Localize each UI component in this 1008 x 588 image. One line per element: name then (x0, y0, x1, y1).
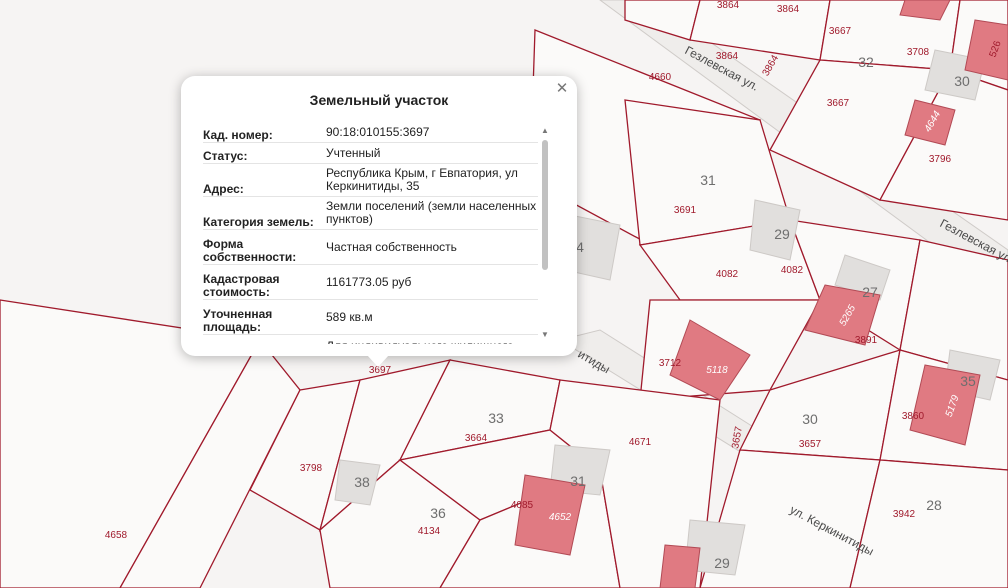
parcel-number: 33 (488, 410, 504, 426)
cadastral-number: 4134 (418, 526, 441, 537)
info-row: Кадастровая стоимость: 1161773.05 руб (203, 265, 538, 300)
parcel-number: 38 (354, 474, 370, 490)
parcel-number: 31 (700, 172, 716, 188)
parcel-number: 27 (862, 284, 878, 300)
cadastral-number: 4082 (781, 265, 804, 276)
cadastral-number: 3864 (717, 0, 740, 11)
info-row: Форма собственности: Частная собственност… (203, 230, 538, 265)
parcel-number: 35 (960, 373, 976, 389)
info-value: Частная собственность (326, 239, 457, 254)
cadastral-number: 4671 (629, 437, 652, 448)
cadastral-number: 3667 (827, 98, 850, 109)
info-key: Адрес: (203, 182, 244, 196)
info-value: 90:18:010155:3697 (326, 124, 430, 139)
parcel-info-popup: Земельный участок ✕ Кад. номер: 90:18:010… (181, 76, 577, 367)
info-row: Категория земель: Земли поселений (земли … (203, 197, 538, 230)
scroll-thumb[interactable] (542, 140, 548, 270)
cadastral-number: 3691 (674, 205, 697, 216)
cadastral-number: 4085 (511, 500, 534, 511)
info-key: Уточненная площадь: (203, 307, 273, 334)
info-value: Земли поселений (земли населенных пункто… (326, 199, 537, 226)
parcel-number: 36 (430, 505, 446, 521)
cadastral-number: 3864 (777, 4, 800, 15)
info-key: Форма собственности: (203, 237, 297, 264)
info-key: Кадастровая стоимость: (203, 272, 280, 299)
info-row: РазрешенноеДля индивидуального жилищного (203, 335, 538, 344)
parcel-number: 32 (858, 54, 874, 70)
cadastral-number: 4658 (105, 530, 128, 541)
info-value: Учтенный (326, 145, 381, 160)
popup-scrollbar[interactable]: ▲ ▼ (540, 126, 550, 340)
popup-title: Земельный участок (309, 92, 449, 108)
popup-pointer (367, 355, 389, 367)
popup-table[interactable]: Кад. номер: 90:18:010155:3697 Статус: Учтен… (203, 122, 538, 344)
close-icon[interactable]: ✕ (553, 80, 571, 98)
scroll-down-icon[interactable]: ▼ (540, 330, 550, 340)
parcel-number: 29 (774, 226, 790, 242)
parcel-number: 4 (576, 239, 584, 255)
info-value: 1161773.05 руб (326, 274, 412, 289)
cadastral-number: 3796 (929, 154, 952, 165)
info-row: Кад. номер: 90:18:010155:3697 (203, 122, 538, 143)
cadastral-number: 3942 (893, 509, 916, 520)
info-row: Статус: Учтенный (203, 143, 538, 164)
parcel-number: 31 (570, 473, 586, 489)
building (659, 544, 701, 588)
info-row: Уточненная площадь: 589 кв.м (203, 300, 538, 335)
info-row: Адрес: Республика Крым, г Евпатория, ул К… (203, 164, 538, 197)
parcel-number: 30 (954, 73, 970, 89)
cadastral-number: 4660 (649, 72, 672, 83)
cadastral-number: 3657 (799, 439, 822, 450)
cadastral-number: 3708 (907, 47, 930, 58)
cadastral-number: 4082 (716, 269, 739, 280)
info-value: 589 кв.м (326, 309, 373, 324)
cadastral-number: 3664 (465, 433, 488, 444)
cadastral-number: 3860 (902, 411, 925, 422)
building-number: 5118 (706, 365, 728, 376)
info-key: Категория земель: (203, 215, 314, 229)
building-number: 4652 (549, 512, 572, 523)
parcel-number: 28 (926, 497, 942, 513)
cadastral-number: 3667 (829, 26, 852, 37)
info-key: Кад. номер: (203, 128, 273, 142)
scroll-up-icon[interactable]: ▲ (540, 126, 550, 136)
cadastral-number: 3891 (855, 335, 878, 346)
info-value: Республика Крым, г Евпатория, ул Керкини… (326, 166, 518, 193)
cadastral-number: 3712 (659, 358, 682, 369)
info-key: Разрешенное (203, 335, 326, 345)
parcel-number: 29 (714, 555, 730, 571)
info-value: Для индивидуального жилищного (326, 335, 538, 344)
parcel-number: 30 (802, 411, 818, 427)
cadastral-number: 3798 (300, 463, 323, 474)
info-key: Статус: (203, 149, 248, 163)
